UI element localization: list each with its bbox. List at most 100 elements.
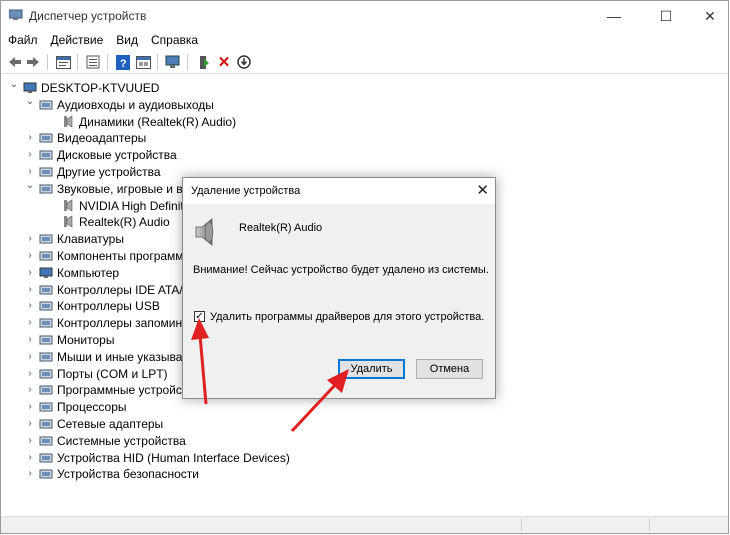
view-icon[interactable] [135, 54, 151, 70]
tree-item-label: Системные устройства [57, 433, 186, 448]
tree-item[interactable]: › Видеоадаптеры [25, 129, 146, 146]
warning-text: Внимание! Сейчас устройство будет удален… [193, 264, 489, 276]
help-icon[interactable]: ? [115, 54, 131, 70]
tree-item-label: Видеоадаптеры [57, 130, 147, 145]
status-divider [649, 519, 650, 531]
delete-driver-checkbox[interactable]: ✓ [194, 311, 205, 322]
chevron-right-icon[interactable]: › [25, 468, 35, 479]
forward-arrow-icon[interactable] [25, 54, 41, 70]
chevron-right-icon[interactable]: › [25, 250, 35, 261]
tree-item[interactable]: › Мониторы [25, 331, 114, 348]
tree-item-label: Дисковые устройства [57, 147, 177, 162]
status-divider [521, 519, 522, 531]
chevron-down-icon[interactable]: ⌄ [25, 96, 35, 107]
speaker-icon [61, 115, 75, 128]
update-driver-icon[interactable] [196, 54, 212, 70]
chevron-right-icon[interactable]: › [25, 149, 35, 160]
chevron-right-icon[interactable]: › [25, 267, 35, 278]
menu-action[interactable]: Действие [44, 31, 110, 49]
tree-item[interactable]: › Программные устройства [25, 381, 200, 398]
chevron-right-icon[interactable]: › [25, 435, 35, 446]
tree-item-label: Клавиатуры [57, 231, 124, 246]
chevron-down-icon[interactable]: ⌄ [25, 180, 35, 191]
tree-item[interactable]: › Другие устройства [25, 163, 160, 180]
tree-item-label: Realtek(R) Audio [79, 214, 170, 229]
monitor-icon [39, 333, 53, 346]
security-device-icon [39, 467, 53, 480]
cancel-button[interactable]: Отмена [416, 359, 483, 379]
chevron-down-icon[interactable]: ⌄ [9, 79, 19, 90]
chevron-right-icon[interactable]: › [25, 452, 35, 463]
port-icon [39, 367, 53, 380]
tree-item[interactable]: › Контроллеры запомина [25, 314, 189, 331]
tree-item[interactable]: ⌄ Звуковые, игровые и ви [25, 180, 190, 197]
chevron-right-icon[interactable]: › [25, 401, 35, 412]
tree-item[interactable]: › Порты (COM и LPT) [25, 365, 167, 382]
toolbar-separator [107, 54, 108, 70]
delete-button[interactable]: Удалить [338, 359, 405, 379]
toolbar-separator [77, 54, 78, 70]
dialog-close-button[interactable]: ✕ [476, 181, 489, 199]
tree-item[interactable]: ⌄ Аудиовходы и аудиовыходы [25, 96, 214, 113]
chevron-right-icon[interactable]: › [25, 384, 35, 395]
mouse-icon [39, 350, 53, 363]
tree-item[interactable]: › Мыши и иные указыва [25, 348, 182, 365]
tree-item[interactable]: NVIDIA High Definitio [61, 197, 193, 214]
tree-item[interactable]: › Контроллеры IDE ATA/A [25, 281, 191, 298]
menu-view[interactable]: Вид [109, 31, 144, 49]
uninstall-icon[interactable]: ✕ [216, 54, 232, 71]
speaker-icon [61, 215, 75, 228]
close-button[interactable]: ✕ [687, 1, 728, 31]
tree-item-label: Мыши и иные указыва [57, 349, 183, 364]
title-bar: Диспетчер устройств — ☐ ✕ [1, 1, 728, 31]
tree-item-label: Контроллеры IDE ATA/A [57, 282, 191, 297]
chevron-right-icon[interactable]: › [25, 368, 35, 379]
chevron-right-icon[interactable]: › [25, 317, 35, 328]
sound-icon [39, 182, 53, 195]
tree-item[interactable]: › Процессоры [25, 398, 126, 415]
other-device-icon [39, 165, 53, 178]
tree-item-label: Контроллеры запомина [57, 315, 189, 330]
tree-item[interactable]: › Системные устройства [25, 432, 186, 449]
tree-item-label: Устройства безопасности [57, 466, 199, 481]
chevron-right-icon[interactable]: › [25, 284, 35, 295]
tree-item-label: Аудиовходы и аудиовыходы [57, 97, 214, 112]
chevron-right-icon[interactable]: › [25, 351, 35, 362]
tree-item[interactable]: Динамики (Realtek(R) Audio) [61, 113, 236, 130]
disable-icon[interactable] [236, 54, 252, 70]
show-hidden-icon[interactable] [85, 54, 101, 70]
window-title: Диспетчер устройств [29, 9, 147, 23]
scan-hardware-icon[interactable] [165, 54, 181, 70]
computer-icon [39, 266, 53, 279]
software-component-icon [39, 249, 53, 262]
tree-item-label: NVIDIA High Definitio [79, 198, 194, 213]
tree-root[interactable]: ⌄ DESKTOP-KTVUUED [9, 79, 160, 96]
menu-help[interactable]: Справка [144, 31, 204, 49]
tree-item[interactable]: › Контроллеры USB [25, 297, 160, 314]
toolbar-separator [47, 54, 48, 70]
chevron-right-icon[interactable]: › [25, 166, 35, 177]
delete-driver-checkbox-label[interactable]: Удалить программы драйверов для этого ус… [210, 311, 484, 323]
chevron-right-icon[interactable]: › [25, 418, 35, 429]
usb-icon [39, 299, 53, 312]
tree-item[interactable]: › Компьютер [25, 264, 119, 281]
menu-file[interactable]: Файл [1, 31, 44, 49]
chevron-right-icon[interactable]: › [25, 233, 35, 244]
chevron-right-icon[interactable]: › [25, 300, 35, 311]
storage-controller-icon [39, 316, 53, 329]
properties-icon[interactable] [55, 54, 71, 70]
minimize-button[interactable]: — [591, 1, 637, 31]
software-device-icon [39, 383, 53, 396]
chevron-right-icon[interactable]: › [25, 334, 35, 345]
maximize-button[interactable]: ☐ [643, 1, 689, 31]
chevron-right-icon[interactable]: › [25, 132, 35, 143]
tree-item[interactable]: › Устройства безопасности [25, 465, 199, 482]
tree-item[interactable]: › Дисковые устройства [25, 146, 177, 163]
tree-item[interactable]: › Устройства HID (Human Interface Devices… [25, 449, 290, 466]
tree-item[interactable]: › Клавиатуры [25, 230, 124, 247]
tree-item[interactable]: Realtek(R) Audio [61, 213, 170, 230]
audio-io-icon [39, 98, 53, 111]
tree-item[interactable]: › Компоненты программ [25, 247, 183, 264]
back-arrow-icon[interactable] [7, 54, 23, 70]
tree-item[interactable]: › Сетевые адаптеры [25, 415, 163, 432]
